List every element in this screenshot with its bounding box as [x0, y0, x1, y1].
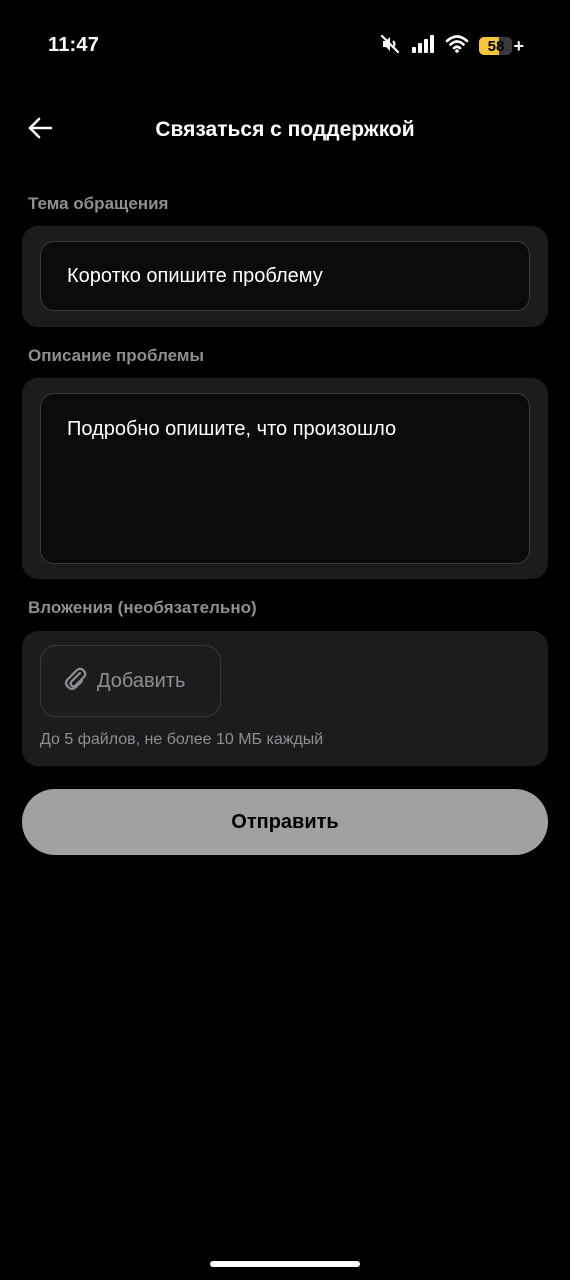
submit-button[interactable]: Отправить [22, 789, 548, 855]
attachments-label: Вложения (необязательно) [28, 598, 257, 617]
add-attachment-label: Добавить [97, 669, 186, 692]
wifi-icon [445, 34, 469, 59]
battery-icon: 58 + [479, 37, 524, 55]
description-label: Описание проблемы [28, 346, 204, 365]
attachments-hint: До 5 файлов, не более 10 МБ каждый [40, 731, 324, 748]
status-icons: 58 + [379, 34, 524, 58]
header: Связаться с поддержкой [0, 100, 570, 160]
description-textarea[interactable] [40, 393, 530, 564]
battery-body: 58 [479, 37, 513, 55]
attachments-card: Добавить До 5 файлов, не более 10 МБ каж… [22, 631, 548, 766]
add-attachment-button[interactable]: Добавить [40, 645, 221, 717]
subject-label: Тема обращения [28, 194, 169, 213]
description-card [22, 378, 548, 579]
page-title: Связаться с поддержкой [155, 118, 415, 141]
subject-card [22, 226, 548, 327]
support-screen: 11:47 58 + Связаться с поддержкой Тема о… [0, 0, 570, 1280]
status-time: 11:47 [48, 34, 100, 56]
status-bar: 11:47 58 + [0, 0, 570, 92]
battery-level: 58 [487, 37, 505, 55]
paperclip-icon [63, 665, 87, 697]
charging-plus-icon: + [513, 36, 524, 56]
home-indicator [210, 1261, 360, 1267]
mute-icon [379, 33, 401, 60]
cellular-signal-icon [411, 34, 435, 59]
subject-input[interactable] [40, 241, 530, 311]
